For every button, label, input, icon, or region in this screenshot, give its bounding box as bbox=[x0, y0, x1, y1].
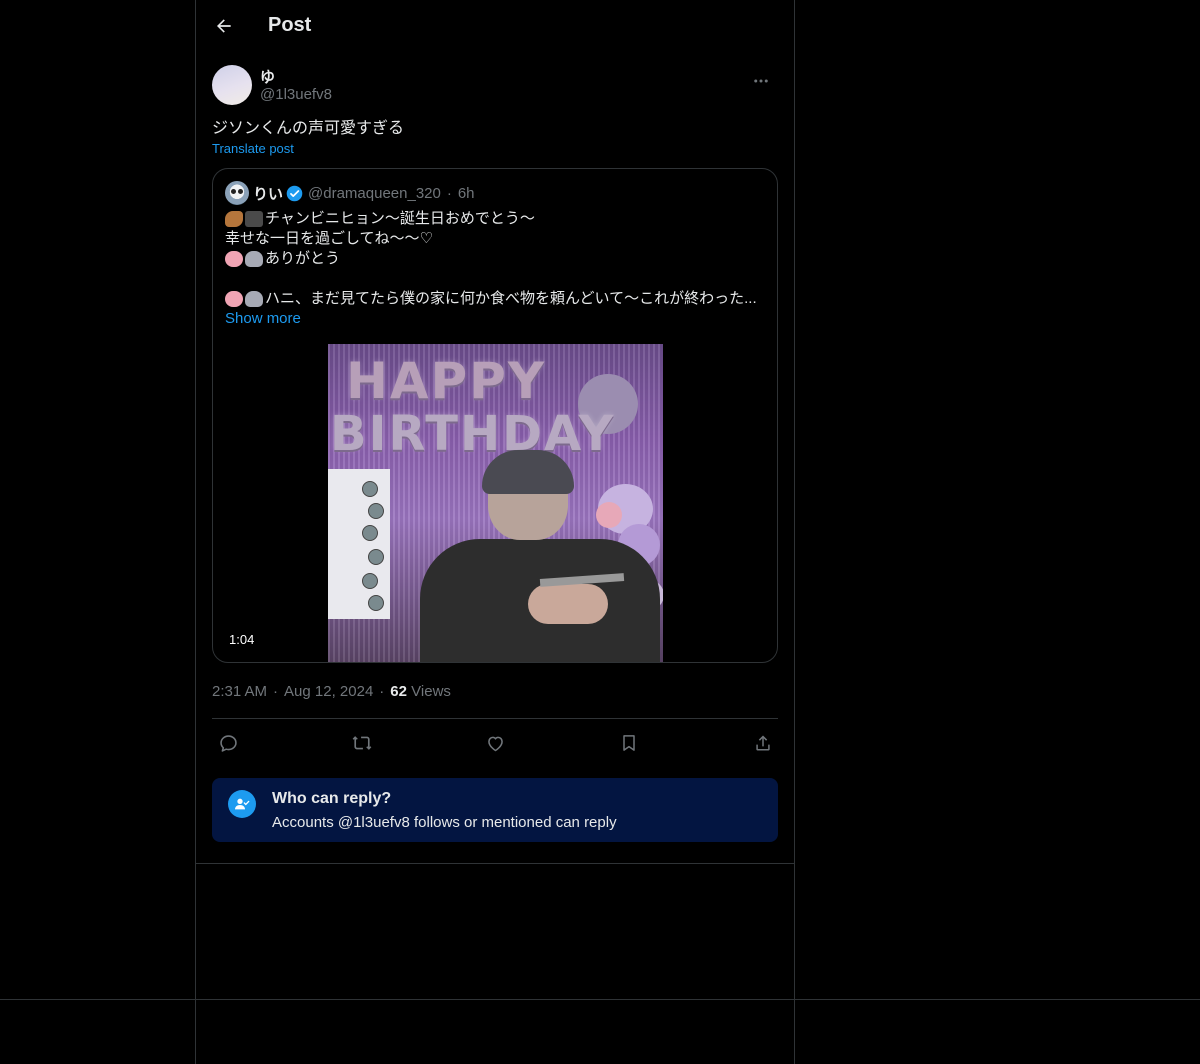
post-bottom-divider bbox=[196, 863, 794, 864]
arrow-left-icon bbox=[217, 19, 231, 33]
quote-line-text: ありがとう bbox=[265, 250, 341, 267]
bottom-divider bbox=[0, 999, 1200, 1000]
video-duration: 1:04 bbox=[225, 630, 259, 650]
page: Post ゆ @1l3uefv8 ジソンくんの声可愛すぎる Translate … bbox=[0, 0, 1200, 1064]
views-count: 62 bbox=[390, 683, 407, 700]
user-check-icon bbox=[228, 790, 256, 818]
quote-line: ありがとう bbox=[225, 249, 765, 269]
post: ゆ @1l3uefv8 ジソンくんの声可愛すぎる Translate post … bbox=[196, 64, 794, 842]
quote-timestamp[interactable]: 6h bbox=[458, 185, 475, 202]
action-bar bbox=[212, 718, 778, 766]
quote-separator: · bbox=[446, 184, 452, 202]
quote-header: りい @dramaqueen_320 · 6h bbox=[225, 181, 475, 205]
reply-button[interactable] bbox=[216, 731, 240, 755]
quote-line-text: チャンビニヒョン〜誕生日おめでとう〜 bbox=[265, 210, 535, 227]
balloon-letters: HAPPY bbox=[346, 352, 547, 410]
quote-author-handle: @dramaqueen_320 bbox=[308, 184, 441, 202]
rabbit-emoji-icon bbox=[245, 251, 263, 267]
back-button[interactable] bbox=[206, 8, 242, 44]
primary-column: Post ゆ @1l3uefv8 ジソンくんの声可愛すぎる Translate … bbox=[196, 0, 794, 842]
quote-avatar[interactable] bbox=[225, 181, 249, 205]
bookmark-icon bbox=[623, 735, 635, 751]
pig-emoji-icon bbox=[225, 291, 243, 307]
video-balloon bbox=[596, 502, 622, 528]
rabbit-emoji-icon bbox=[245, 291, 263, 307]
repost-icon bbox=[352, 736, 372, 750]
page-title: Post bbox=[268, 14, 312, 36]
like-button[interactable] bbox=[483, 731, 507, 755]
post-time[interactable]: 2:31 AM bbox=[212, 683, 267, 700]
author-handle[interactable]: @1l3uefv8 bbox=[260, 86, 332, 103]
video-person-hands bbox=[528, 584, 608, 624]
board-photo bbox=[362, 481, 378, 497]
quote-line: 幸せな一日を過ごしてね〜〜♡ bbox=[225, 229, 765, 249]
quoted-post[interactable]: りい @dramaqueen_320 · 6h チャンビニヒョン〜誕生日おめでと… bbox=[212, 168, 778, 663]
who-can-reply-subtitle: Accounts @1l3uefv8 follows or mentioned … bbox=[272, 814, 617, 831]
header: Post bbox=[196, 0, 794, 54]
like-icon bbox=[487, 736, 503, 751]
quote-author-name[interactable]: りい bbox=[253, 183, 283, 204]
author-row: ゆ @1l3uefv8 bbox=[212, 64, 778, 120]
quote-line: ハニ、まだ見てたら僕の家に何か食べ物を頼んどいて〜これが終わった... bbox=[225, 289, 765, 309]
pig-emoji-icon bbox=[225, 251, 243, 267]
quote-body: チャンビニヒョン〜誕生日おめでとう〜 幸せな一日を過ごしてね〜〜♡ ありがとう … bbox=[225, 209, 765, 329]
quote-line-text: ハニ、まだ見てたら僕の家に何か食べ物を頼んどいて〜これが終わった... bbox=[265, 290, 757, 307]
show-more-link[interactable]: Show more bbox=[225, 309, 301, 329]
avatar[interactable] bbox=[212, 65, 252, 105]
bookmark-button[interactable] bbox=[617, 731, 641, 755]
meta-separator: · bbox=[273, 683, 279, 700]
verified-badge-icon bbox=[286, 185, 303, 201]
author-name[interactable]: ゆ bbox=[260, 66, 275, 87]
squirrel-emoji-icon bbox=[225, 211, 243, 227]
repost-button[interactable] bbox=[350, 731, 374, 755]
quote-line-text: 幸せな一日を過ごしてね〜〜♡ bbox=[225, 230, 433, 247]
video-board bbox=[328, 469, 390, 619]
post-date[interactable]: Aug 12, 2024 bbox=[284, 683, 373, 700]
more-button[interactable] bbox=[744, 64, 778, 98]
post-meta: 2:31 AM · Aug 12, 2024 · 62 Views bbox=[212, 678, 778, 706]
meta-separator: · bbox=[379, 683, 385, 700]
reply-icon bbox=[219, 734, 237, 752]
share-button[interactable] bbox=[751, 731, 775, 755]
phone-emoji-icon bbox=[245, 211, 263, 227]
quote-line: チャンビニヒョン〜誕生日おめでとう〜 bbox=[225, 209, 765, 229]
board-photo bbox=[362, 525, 378, 541]
video-thumbnail[interactable]: HAPPY BIRTHDAY bbox=[328, 344, 663, 662]
column-right-border bbox=[794, 0, 795, 1064]
board-photo bbox=[368, 595, 384, 611]
more-horizontal-icon bbox=[754, 79, 768, 83]
who-can-reply-title: Who can reply? bbox=[272, 790, 392, 807]
board-photo bbox=[368, 503, 384, 519]
post-text: ジソンくんの声可愛すぎる bbox=[212, 120, 405, 137]
who-can-reply-card: Who can reply? Accounts @1l3uefv8 follow… bbox=[212, 778, 778, 842]
quote-line bbox=[225, 269, 765, 289]
share-icon bbox=[756, 735, 770, 751]
board-photo bbox=[362, 573, 378, 589]
views-label: Views bbox=[411, 683, 451, 700]
board-photo bbox=[368, 549, 384, 565]
translate-post-link[interactable]: Translate post bbox=[212, 141, 294, 156]
balloon-letters: BIRTHDAY bbox=[330, 406, 616, 462]
